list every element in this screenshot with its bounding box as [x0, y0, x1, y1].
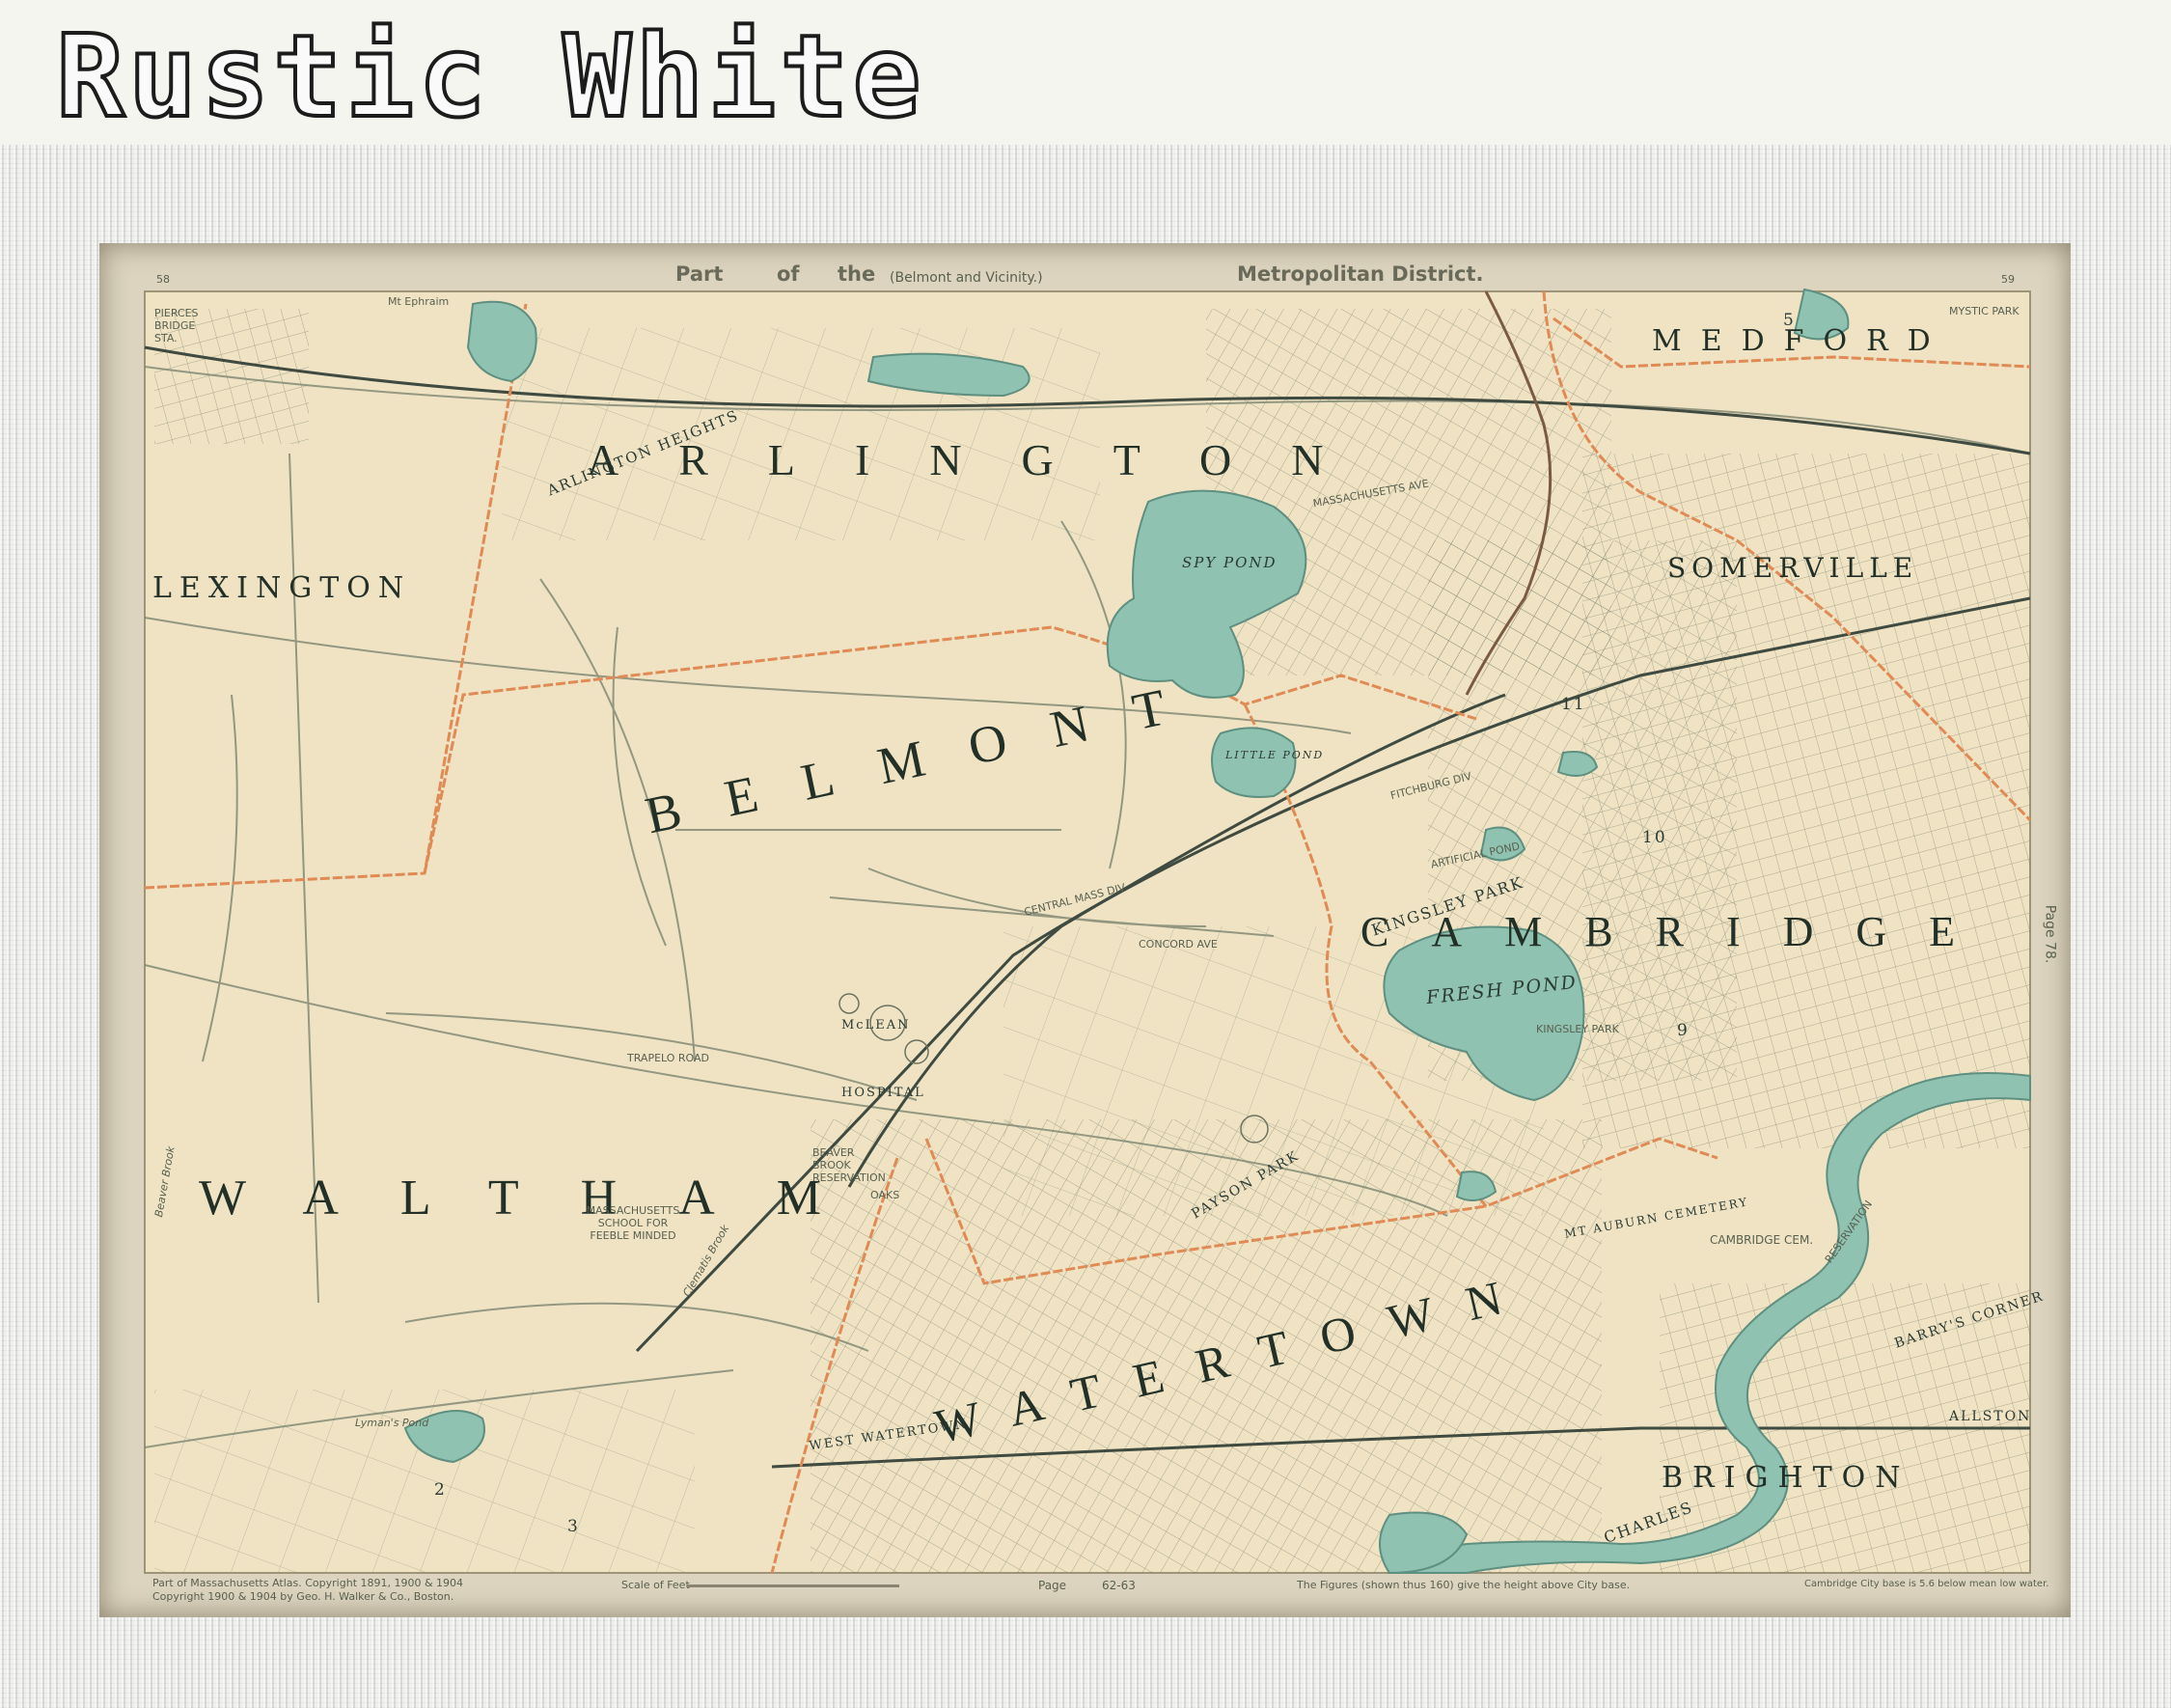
- town-cambridge: CAMBRIDGE: [1360, 908, 1998, 955]
- header-subtitle: (Belmont and Vicinity.): [890, 270, 1043, 286]
- label-lymans-pond: Lyman's Pond: [355, 1417, 429, 1429]
- little-pond: [1211, 727, 1297, 798]
- footer-scale: Scale of Feet: [621, 1579, 690, 1591]
- town-medford: MEDFORD: [1652, 324, 1950, 358]
- ward-5: 5: [1783, 311, 1796, 330]
- label-little-pond: LITTLE POND: [1225, 749, 1325, 761]
- right-page-number: 59: [2001, 273, 2015, 286]
- label-mclean-hospital: McLEAN HOSPITAL: [841, 1018, 925, 1100]
- ward-11: 11: [1561, 695, 1586, 714]
- header-district: Metropolitan District.: [1237, 262, 1484, 286]
- label-spy-pond: SPY POND: [1182, 554, 1278, 571]
- ward-10: 10: [1642, 828, 1667, 847]
- town-somerville: SOMERVILLE: [1667, 552, 1919, 584]
- town-arlington: ARLINGTON: [587, 435, 1384, 484]
- footer-copyright-1: Part of Massachusetts Atlas. Copyright 1…: [152, 1577, 464, 1589]
- header-the: the: [838, 262, 876, 286]
- ward-9: 9: [1677, 1021, 1690, 1040]
- label-beaver-brook-reservation: BEAVER BROOK RESERVATION: [812, 1146, 886, 1184]
- side-page-note: Page 78.: [2042, 904, 2058, 964]
- footer-copyright-2: Copyright 1900 & 1904 by Geo. H. Walker …: [152, 1590, 454, 1603]
- header-of: of: [777, 262, 800, 286]
- map-canvas: [144, 288, 2032, 1575]
- footer-datum-note: Cambridge City base is 5.6 below mean lo…: [1804, 1579, 2049, 1589]
- ward-3: 3: [567, 1517, 580, 1536]
- town-brighton: BRIGHTON: [1662, 1461, 1910, 1495]
- label-concord-ave: CONCORD AVE: [1139, 938, 1218, 950]
- label-feeble-minded: MASSACHUSETTS SCHOOL FOR FEEBLE MINDED: [586, 1204, 680, 1242]
- header-part: Part: [675, 262, 724, 286]
- label-mystic-park: MYSTIC PARK: [1949, 305, 2020, 317]
- footer-elevation-note: The Figures (shown thus 160) give the he…: [1297, 1579, 1631, 1591]
- town-waltham: WALTHAM: [199, 1171, 883, 1226]
- footer-page-number: 62-63: [1102, 1579, 1136, 1592]
- label-pierces-bridge: PIERCES BRIDGE STA.: [154, 307, 199, 344]
- footer-page-label: Page: [1038, 1579, 1067, 1592]
- scale-bar: [687, 1584, 899, 1587]
- town-lexington: LEXINGTON: [152, 571, 412, 605]
- label-kingsley-park-small: KINGSLEY PARK: [1536, 1023, 1619, 1035]
- ward-2: 2: [434, 1480, 447, 1500]
- label-cambridge-cem: CAMBRIDGE CEM.: [1710, 1233, 1814, 1247]
- label-oaks: OAKS: [870, 1189, 900, 1201]
- left-page-number: 58: [156, 273, 170, 286]
- label-allston: ALLSTON: [1949, 1409, 2032, 1424]
- label-mt-ephraim: Mt Ephraim: [388, 295, 450, 308]
- label-trapelo-road: TRAPELO ROAD: [627, 1052, 710, 1064]
